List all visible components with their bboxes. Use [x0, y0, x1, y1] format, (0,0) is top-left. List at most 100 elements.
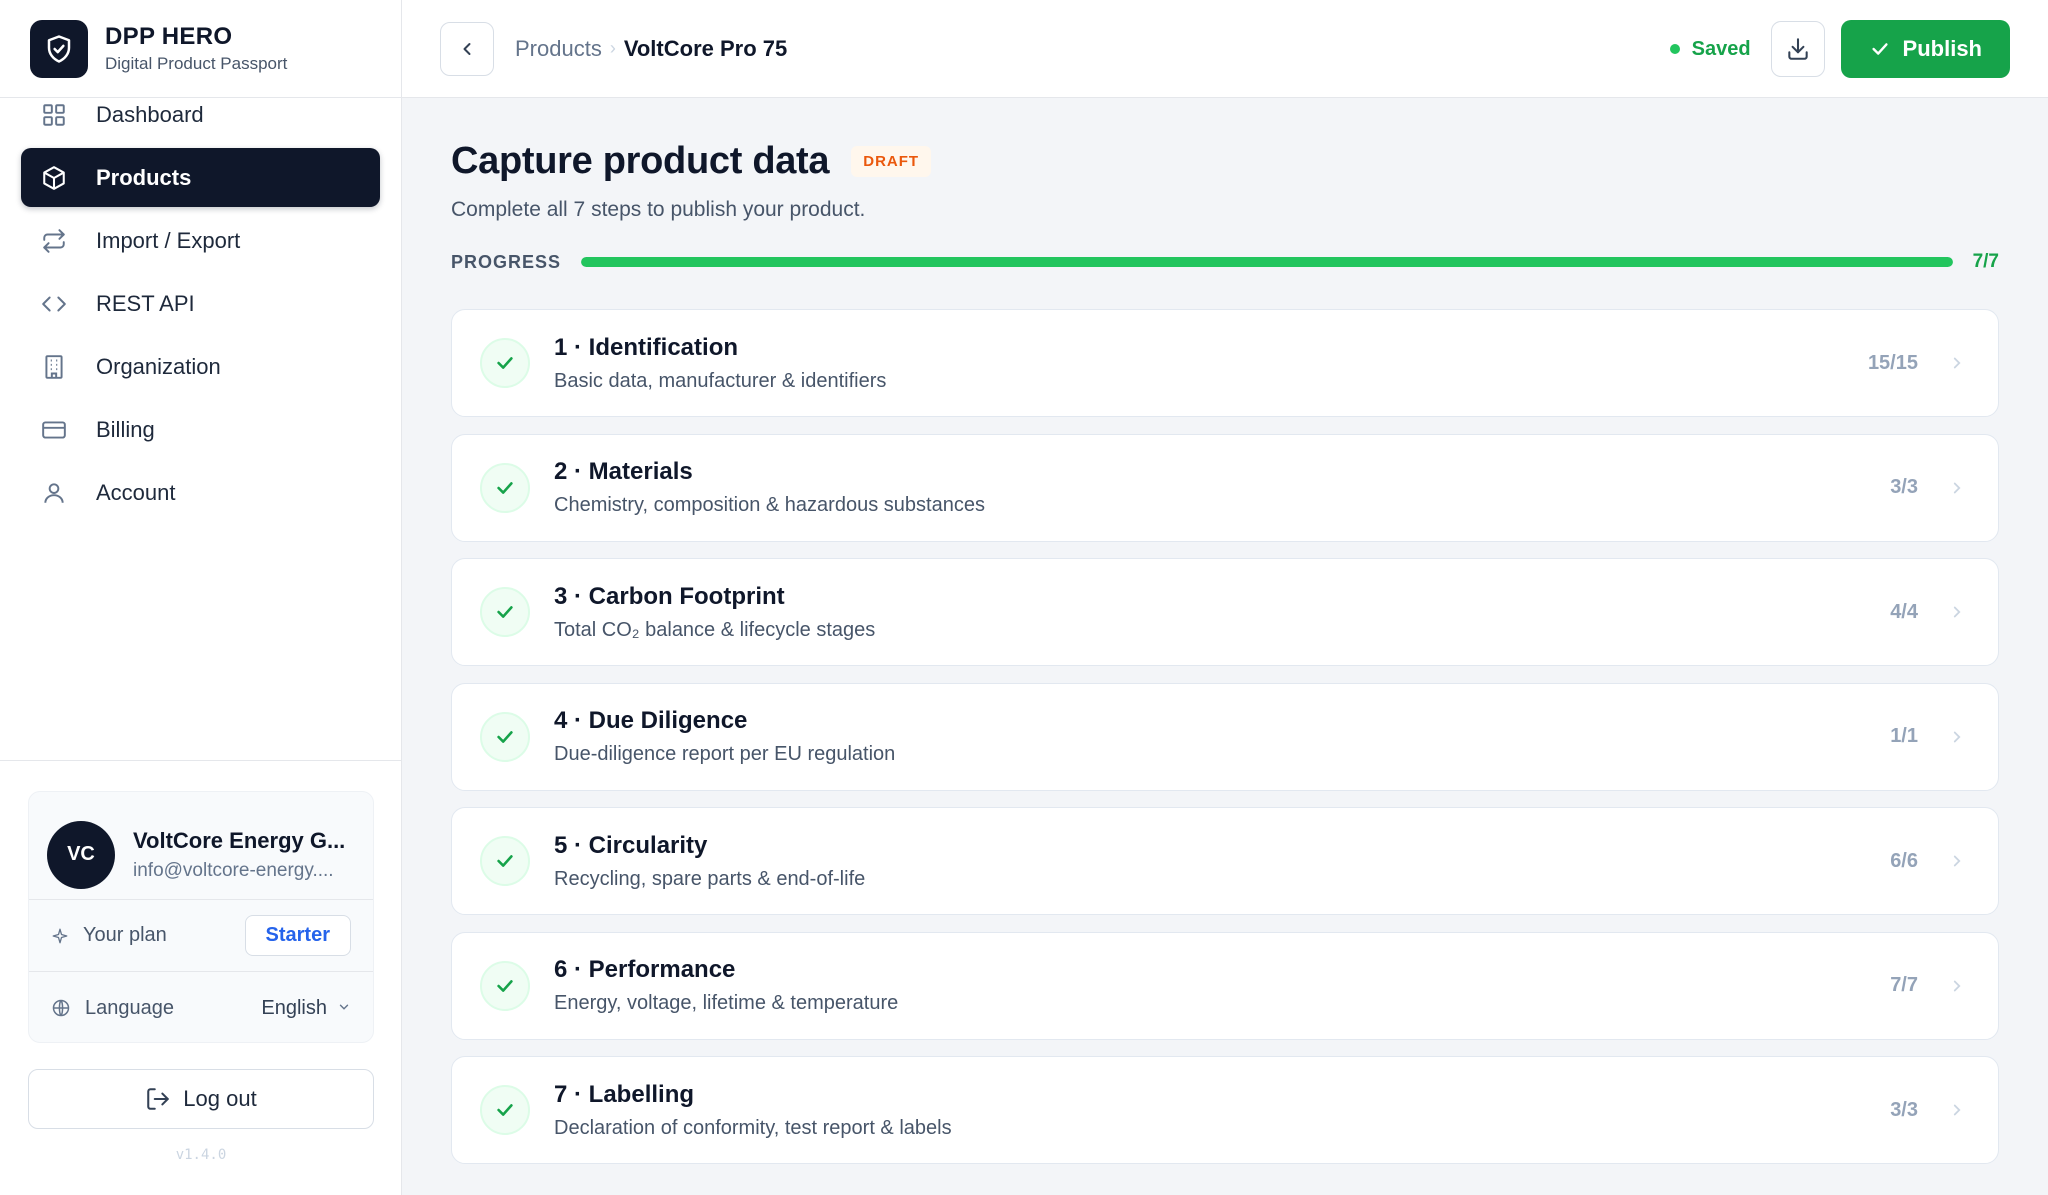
step-count: 15/15: [1867, 351, 1918, 374]
account-email: info@voltcore-energy....: [133, 859, 334, 881]
step-title: 4 · Due Diligence: [554, 707, 748, 734]
step-card-circularity[interactable]: 5 · Circularity Recycling, spare parts &…: [451, 807, 1999, 915]
code-icon: [39, 289, 69, 319]
step-title: 1 · Identification: [554, 333, 739, 361]
logout-label: Log out: [183, 1086, 257, 1111]
step-description: Energy, voltage, lifetime & temperature: [554, 992, 899, 1014]
download-icon: [1787, 38, 1808, 60]
check-icon: [480, 587, 530, 637]
page-title: Capture product data: [451, 140, 830, 182]
language-label: Language: [85, 996, 174, 1019]
step-description: Recycling, spare parts & end-of-life: [554, 867, 866, 890]
shield-check-icon: [30, 19, 88, 78]
step-card-performance[interactable]: 6 · Performance Energy, voltage, lifetim…: [451, 931, 1999, 1040]
sidebar: DPP HERO Digital Product Passport Dashbo…: [0, 0, 402, 1195]
check-icon: [480, 711, 530, 762]
building-icon: [39, 352, 69, 382]
step-card-materials[interactable]: 2 · Materials Chemistry, composition & h…: [451, 433, 1999, 542]
language-row: Language English: [29, 972, 373, 1044]
top-bar: Products › VoltCore Pro 75 Saved Publish: [402, 0, 2048, 98]
globe-icon: [51, 998, 71, 1018]
language-value: English: [261, 996, 327, 1019]
step-description: Due-diligence report per EU regulation: [554, 743, 896, 765]
chevron-right-icon: [1948, 603, 1966, 621]
sidebar-item-label: Products: [96, 164, 192, 190]
step-description: Chemistry, composition & hazardous subst…: [554, 494, 985, 516]
sidebar-item-organization[interactable]: Organization: [21, 337, 380, 396]
account-summary[interactable]: VC VoltCore Energy G... info@voltcore-en…: [29, 792, 373, 900]
user-icon: [39, 478, 69, 508]
arrows-swap-icon: [39, 226, 69, 256]
credit-card-icon: [39, 415, 69, 445]
chevron-right-icon: [1948, 977, 1966, 995]
sidebar-footer: VC VoltCore Energy G... info@voltcore-en…: [0, 760, 401, 1163]
box-icon: [39, 163, 69, 193]
sidebar-item-products[interactable]: Products: [21, 148, 380, 207]
step-count: 7/7: [1890, 974, 1918, 996]
sidebar-item-dashboard[interactable]: Dashboard: [21, 85, 380, 144]
step-description: Declaration of conformity, test report &…: [554, 1116, 952, 1139]
publish-button[interactable]: Publish: [1840, 20, 2010, 78]
step-title: 5 · Circularity: [554, 831, 708, 859]
grid-icon: [39, 100, 69, 130]
brand[interactable]: DPP HERO Digital Product Passport: [0, 0, 401, 98]
plan-badge[interactable]: Starter: [244, 915, 351, 956]
sidebar-item-label: Organization: [96, 353, 221, 379]
step-title: 6 · Performance: [554, 956, 736, 983]
brand-subtitle: Digital Product Passport: [105, 54, 288, 73]
publish-label: Publish: [1902, 36, 1982, 61]
avatar: VC: [47, 820, 115, 889]
logout-button[interactable]: Log out: [28, 1069, 374, 1129]
step-count: 6/6: [1890, 849, 1918, 872]
step-count: 4/4: [1890, 600, 1918, 623]
sidebar-item-account[interactable]: Account: [21, 463, 380, 522]
step-count: 1/1: [1890, 725, 1918, 747]
step-title: 7 · Labelling: [554, 1080, 695, 1108]
step-title: 3 · Carbon Footprint: [554, 582, 785, 610]
step-list: 1 · Identification Basic data, manufactu…: [451, 309, 1999, 1181]
app-version: v1.4.0: [175, 1147, 227, 1163]
language-select[interactable]: English: [261, 997, 351, 1020]
step-card-due-diligence[interactable]: 4 · Due Diligence Due-diligence report p…: [451, 682, 1999, 791]
status-dot: [1669, 44, 1680, 54]
plan-row: Your plan Starter: [29, 900, 373, 972]
step-card-labelling[interactable]: 7 · Labelling Declaration of conformity,…: [451, 1056, 1999, 1164]
progress-section: PROGRESS 7/7: [451, 250, 1999, 274]
sidebar-item-billing[interactable]: Billing: [21, 400, 380, 459]
sidebar-item-label: Account: [96, 479, 176, 505]
step-description: Basic data, manufacturer & identifiers: [554, 369, 887, 392]
sidebar-item-import-export[interactable]: Import / Export: [21, 211, 380, 270]
main-content: Capture product data DRAFT Complete all …: [402, 98, 2048, 1195]
progress-bar: [581, 257, 1953, 267]
page-subtitle: Complete all 7 steps to publish your pro…: [451, 198, 866, 221]
chevron-right-icon: [1948, 354, 1966, 372]
progress-fill: [581, 257, 1953, 267]
sidebar-nav: Dashboard Products Import / Export REST …: [21, 85, 380, 526]
brand-name: DPP HERO: [105, 23, 233, 50]
chevron-right-icon: [1948, 1101, 1966, 1119]
check-icon: [1869, 38, 1891, 60]
step-card-carbon-footprint[interactable]: 3 · Carbon Footprint Total CO₂ balance &…: [451, 558, 1999, 666]
check-icon: [480, 462, 530, 513]
step-description: Total CO₂ balance & lifecycle stages: [554, 618, 876, 641]
progress-count: 7/7: [1972, 251, 1999, 272]
breadcrumb-separator: ›: [609, 38, 616, 58]
breadcrumb-current: VoltCore Pro 75: [623, 35, 788, 61]
sidebar-item-rest-api[interactable]: REST API: [21, 274, 380, 333]
logout-icon: [145, 1086, 171, 1112]
step-card-identification[interactable]: 1 · Identification Basic data, manufactu…: [451, 309, 1999, 417]
breadcrumb-parent[interactable]: Products: [515, 36, 602, 62]
download-button[interactable]: [1770, 21, 1825, 77]
sidebar-item-label: Import / Export: [96, 227, 241, 253]
step-count: 3/3: [1890, 476, 1918, 498]
chevron-right-icon: [1948, 728, 1966, 746]
back-button[interactable]: [440, 21, 494, 76]
chevron-right-icon: [1948, 479, 1966, 497]
step-title: 2 · Materials: [554, 458, 693, 485]
sidebar-item-label: REST API: [96, 290, 195, 316]
account-card: VC VoltCore Energy G... info@voltcore-en…: [28, 791, 374, 1043]
plan-label: Your plan: [83, 924, 167, 946]
chevron-right-icon: [1948, 852, 1966, 870]
sparkle-icon: [51, 927, 69, 945]
breadcrumb: Products › VoltCore Pro 75: [515, 36, 787, 62]
